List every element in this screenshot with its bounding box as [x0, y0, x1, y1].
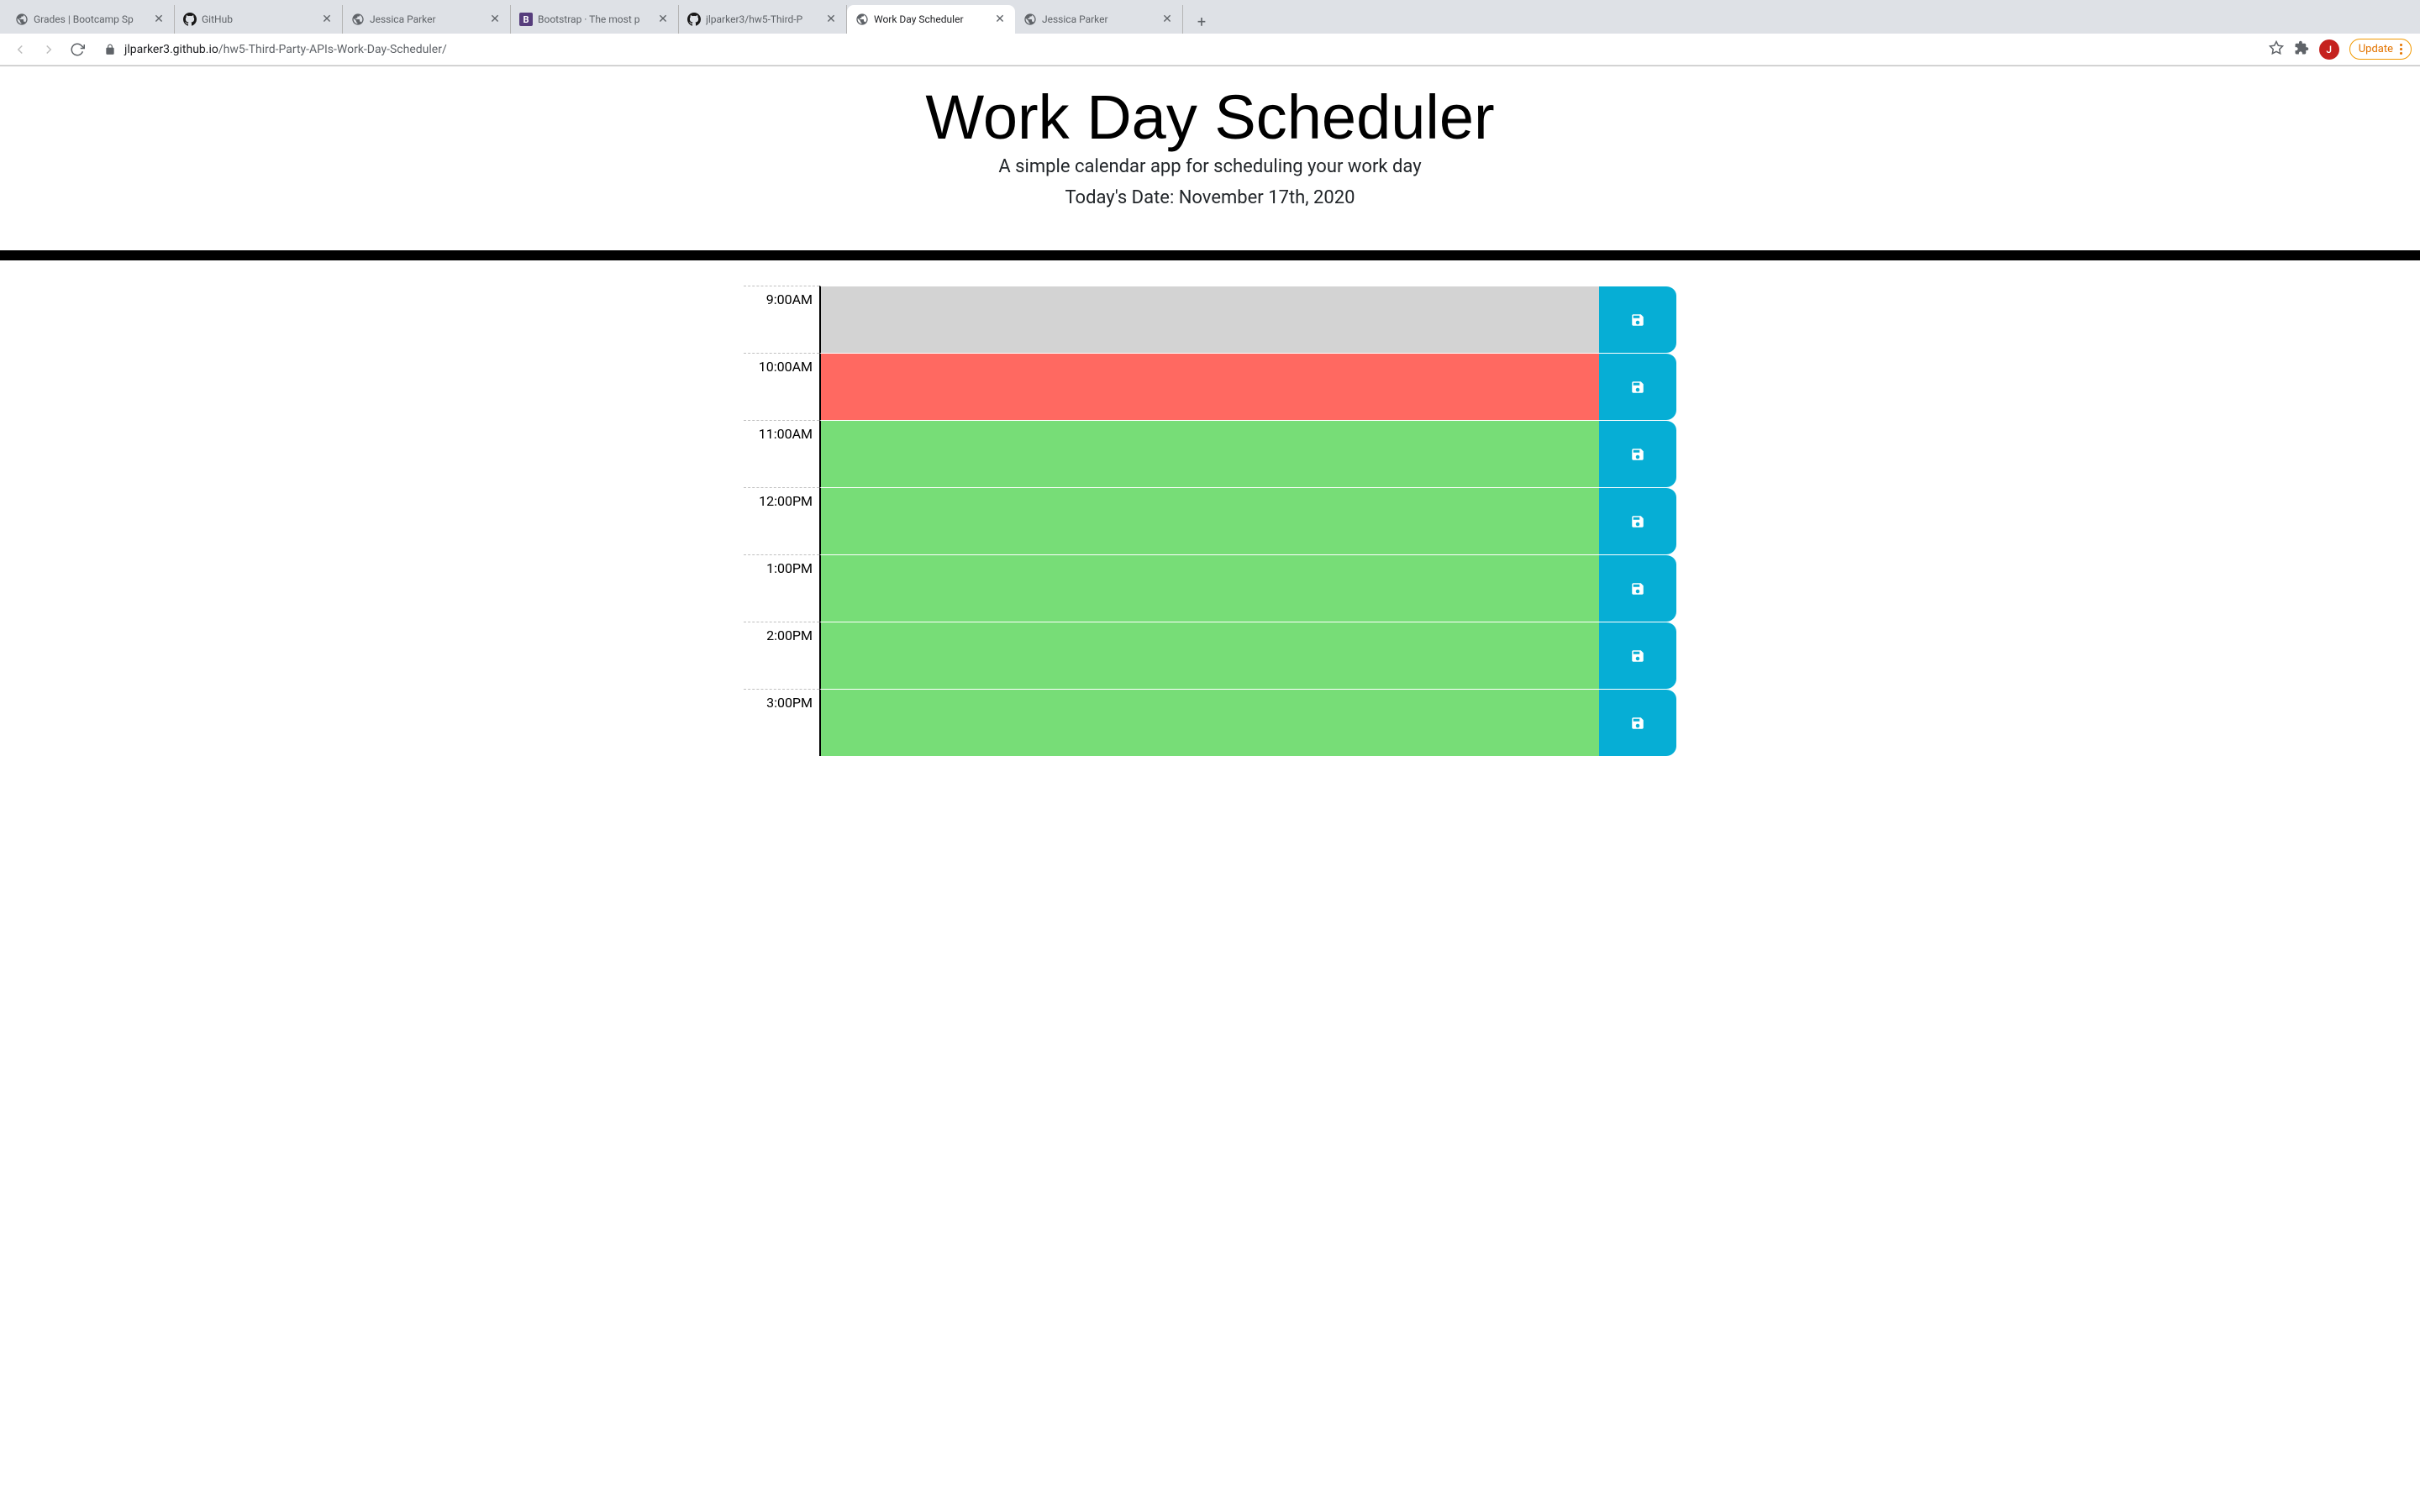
tab-title: Work Day Scheduler — [874, 13, 988, 25]
tab-title: Grades | Bootcamp Sp — [34, 13, 147, 25]
save-icon — [1630, 716, 1645, 731]
tab-favicon — [1023, 13, 1037, 26]
save-button[interactable] — [1599, 420, 1676, 487]
menu-dots-icon — [2400, 44, 2402, 55]
save-icon — [1630, 447, 1645, 462]
address-bar[interactable]: jlparker3.github.io/hw5-Third-Party-APIs… — [94, 37, 2264, 62]
tab-title: jlparker3/hw5-Third-P — [706, 13, 819, 25]
time-block: 2:00PM — [744, 622, 1676, 689]
tab-close-icon[interactable]: ✕ — [152, 13, 166, 26]
save-button[interactable] — [1599, 689, 1676, 756]
browser-tab[interactable]: B Bootstrap · The most p ✕ — [511, 5, 679, 34]
time-block: 10:00AM — [744, 353, 1676, 420]
event-input[interactable] — [819, 353, 1599, 420]
hour-label: 12:00PM — [744, 487, 819, 554]
tab-bar: Grades | Bootcamp Sp✕GitHub✕Jessica Park… — [0, 0, 2420, 34]
browser-tab[interactable]: Grades | Bootcamp Sp ✕ — [7, 5, 175, 34]
tab-close-icon[interactable]: ✕ — [320, 13, 334, 26]
save-icon — [1630, 648, 1645, 664]
extensions-icon[interactable] — [2294, 40, 2309, 59]
tab-close-icon[interactable]: ✕ — [656, 13, 670, 26]
event-input[interactable] — [819, 286, 1599, 353]
tab-favicon — [855, 13, 869, 26]
page-content: Work Day Scheduler A simple calendar app… — [0, 66, 2420, 756]
update-button[interactable]: Update — [2349, 39, 2412, 60]
save-button[interactable] — [1599, 353, 1676, 420]
profile-avatar[interactable]: J — [2319, 39, 2339, 60]
star-icon[interactable] — [2269, 40, 2284, 59]
browser-tab[interactable]: Jessica Parker ✕ — [343, 5, 511, 34]
forward-button[interactable] — [37, 38, 60, 61]
back-button[interactable] — [8, 38, 32, 61]
browser-toolbar: jlparker3.github.io/hw5-Third-Party-APIs… — [0, 34, 2420, 66]
save-icon — [1630, 380, 1645, 395]
hour-label: 9:00AM — [744, 286, 819, 353]
hour-label: 3:00PM — [744, 689, 819, 756]
tab-title: GitHub — [202, 13, 315, 25]
tab-favicon: B — [519, 13, 533, 26]
hour-label: 11:00AM — [744, 420, 819, 487]
event-input[interactable] — [819, 420, 1599, 487]
url-text: jlparker3.github.io/hw5-Third-Party-APIs… — [124, 43, 447, 56]
browser-tab[interactable]: Work Day Scheduler ✕ — [847, 5, 1015, 34]
tab-close-icon[interactable]: ✕ — [488, 13, 502, 26]
save-icon — [1630, 312, 1645, 328]
schedule-container: 9:00AM10:00AM11:00AM12:00PM1:00PM2:00PM3… — [731, 286, 1689, 756]
event-input[interactable] — [819, 689, 1599, 756]
tab-close-icon[interactable]: ✕ — [993, 13, 1007, 26]
time-block: 1:00PM — [744, 554, 1676, 622]
save-icon — [1630, 581, 1645, 596]
tab-close-icon[interactable]: ✕ — [824, 13, 838, 26]
header-divider — [0, 250, 2420, 260]
hour-label: 2:00PM — [744, 622, 819, 689]
tab-favicon — [351, 13, 365, 26]
hour-label: 1:00PM — [744, 554, 819, 622]
tab-favicon — [183, 13, 197, 26]
browser-tab[interactable]: GitHub ✕ — [175, 5, 343, 34]
toolbar-actions: J Update — [2269, 39, 2412, 60]
save-button[interactable] — [1599, 622, 1676, 689]
browser-tab[interactable]: Jessica Parker ✕ — [1015, 5, 1183, 34]
update-label: Update — [2359, 43, 2393, 55]
time-block: 12:00PM — [744, 487, 1676, 554]
reload-button[interactable] — [66, 38, 89, 61]
time-block: 3:00PM — [744, 689, 1676, 756]
save-button[interactable] — [1599, 487, 1676, 554]
lock-icon — [104, 44, 116, 55]
tab-favicon — [15, 13, 29, 26]
save-button[interactable] — [1599, 286, 1676, 353]
browser-tab[interactable]: jlparker3/hw5-Third-P ✕ — [679, 5, 847, 34]
new-tab-button[interactable]: + — [1190, 10, 1213, 34]
current-date: Today's Date: November 17th, 2020 — [17, 187, 2403, 208]
time-block: 9:00AM — [744, 286, 1676, 353]
hour-label: 10:00AM — [744, 353, 819, 420]
browser-chrome: Grades | Bootcamp Sp✕GitHub✕Jessica Park… — [0, 0, 2420, 66]
tab-title: Jessica Parker — [370, 13, 483, 25]
event-input[interactable] — [819, 487, 1599, 554]
event-input[interactable] — [819, 554, 1599, 622]
tab-title: Jessica Parker — [1042, 13, 1155, 25]
header-jumbotron: Work Day Scheduler A simple calendar app… — [0, 66, 2420, 250]
time-block: 11:00AM — [744, 420, 1676, 487]
page-title: Work Day Scheduler — [17, 81, 2403, 153]
tab-close-icon[interactable]: ✕ — [1160, 13, 1174, 26]
page-lead: A simple calendar app for scheduling you… — [17, 156, 2403, 177]
tab-favicon — [687, 13, 701, 26]
tab-title: Bootstrap · The most p — [538, 13, 651, 25]
save-icon — [1630, 514, 1645, 529]
event-input[interactable] — [819, 622, 1599, 689]
save-button[interactable] — [1599, 554, 1676, 622]
